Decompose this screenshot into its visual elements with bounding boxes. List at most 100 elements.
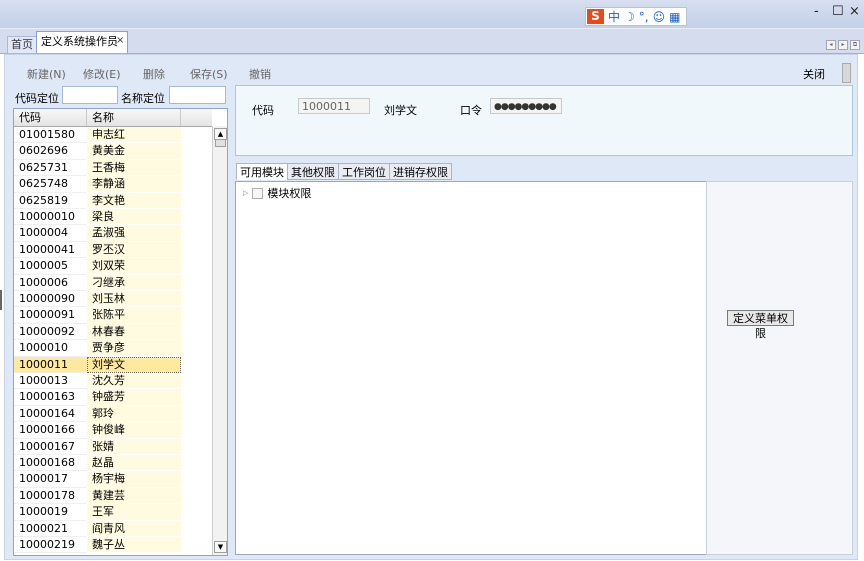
cell-name[interactable]: 孟淑强 xyxy=(87,225,181,242)
cell-name[interactable]: 刘玉林 xyxy=(87,291,181,308)
minimize-button[interactable]: - xyxy=(814,4,819,19)
table-row[interactable]: 10000090 刘玉林 xyxy=(14,291,212,308)
operator-grid[interactable]: 代码 名称 01001580 申志红 0602696 黄美金 0625731 王香梅 062… xyxy=(13,108,228,556)
delete-button[interactable]: 删除 xyxy=(143,66,165,82)
password-field[interactable]: ●●●●●●●●● xyxy=(490,98,562,114)
cell-name[interactable]: 刘双荣 xyxy=(87,258,181,275)
tab-scroll-left-icon[interactable]: ◂ xyxy=(826,40,836,50)
column-header-name[interactable]: 名称 xyxy=(87,109,181,126)
tab-other-permissions[interactable]: 其他权限 xyxy=(287,163,339,180)
cell-code[interactable]: 1000010 xyxy=(14,340,87,357)
cell-name[interactable]: 贾争彦 xyxy=(87,340,181,357)
table-row[interactable]: 10000163 钟盛芳 xyxy=(14,389,212,406)
table-row[interactable]: 1000013 沈久芳 xyxy=(14,373,212,390)
tab-define-operator[interactable]: 定义系统操作员 xyxy=(36,31,128,53)
cell-code[interactable]: 0625731 xyxy=(14,159,87,177)
cell-code[interactable]: 10000166 xyxy=(14,422,87,439)
undo-button[interactable]: 撤销 xyxy=(249,66,271,82)
sogou-logo-icon[interactable]: S xyxy=(587,9,604,24)
table-row[interactable]: 10000167 张婧 xyxy=(14,438,212,455)
cell-code[interactable]: 10000041 xyxy=(14,241,87,259)
scroll-down-icon[interactable]: ▼ xyxy=(214,541,227,553)
tree-node-module-permissions[interactable]: ▷ 模块权限 xyxy=(243,185,311,201)
table-row[interactable]: 1000005 刘双荣 xyxy=(14,258,212,275)
cell-name[interactable]: 黄美金 xyxy=(87,143,181,160)
table-row[interactable]: 10000041 罗丕汉 xyxy=(14,241,212,259)
cell-code[interactable]: 10000092 xyxy=(14,323,87,341)
cell-name[interactable]: 王军 xyxy=(87,504,181,521)
table-row[interactable]: 1000010 贾争彦 xyxy=(14,340,212,357)
ime-mode-toggle[interactable]: 中 xyxy=(608,8,620,25)
moon-icon[interactable]: ☽ xyxy=(624,10,635,24)
cell-code[interactable]: 1000021 xyxy=(14,520,87,537)
cell-name[interactable]: 李静涵 xyxy=(87,176,181,193)
ime-toolbar[interactable]: S 中 ☽ °, ☺ ▦ xyxy=(585,7,687,26)
tab-available-modules[interactable]: 可用模块 xyxy=(236,163,288,180)
cell-name[interactable]: 张陈平 xyxy=(87,307,181,324)
cell-name[interactable]: 梁良 xyxy=(87,209,181,226)
cell-name[interactable]: 王香梅 xyxy=(87,159,181,177)
new-button[interactable]: 新建(N) xyxy=(27,66,66,82)
cell-name[interactable]: 钟俊峰 xyxy=(87,422,181,439)
tab-scroll-right-icon[interactable]: ▸ xyxy=(838,40,848,50)
table-row[interactable]: 10000092 林春春 xyxy=(14,323,212,341)
table-row[interactable]: 10000219 魏子丛 xyxy=(14,537,212,554)
table-row[interactable]: 10000168 赵晶 xyxy=(14,455,212,472)
cell-code[interactable]: 10000163 xyxy=(14,389,87,406)
cell-code[interactable]: 10000178 xyxy=(14,487,87,505)
cell-code[interactable]: 1000013 xyxy=(14,373,87,390)
code-field[interactable]: 1000011 xyxy=(298,98,370,114)
close-window-button[interactable]: × xyxy=(849,4,860,19)
cell-code[interactable]: 1000019 xyxy=(14,504,87,521)
table-row[interactable]: 10000164 郭玲 xyxy=(14,405,212,423)
table-row[interactable]: 1000006 刁继承 xyxy=(14,274,212,291)
save-button[interactable]: 保存(S) xyxy=(190,66,228,82)
cell-code[interactable]: 10000010 xyxy=(14,209,87,226)
expand-triangle-icon[interactable]: ▷ xyxy=(243,189,248,197)
table-row[interactable]: 01001580 申志红 xyxy=(14,127,212,144)
tree-checkbox[interactable] xyxy=(252,187,264,199)
cell-name[interactable]: 黄建芸 xyxy=(87,487,181,505)
name-locate-input[interactable] xyxy=(169,86,226,104)
grid-icon[interactable]: ▦ xyxy=(669,10,680,24)
cell-code[interactable]: 1000017 xyxy=(14,471,87,488)
cell-code[interactable]: 0625819 xyxy=(14,192,87,209)
cell-name[interactable]: 刘学文 xyxy=(87,356,181,373)
cell-code[interactable]: 0625748 xyxy=(14,176,87,193)
table-row[interactable]: 1000021 阎青风 xyxy=(14,520,212,537)
cell-name[interactable]: 李文艳 xyxy=(87,192,181,209)
table-row[interactable]: 1000019 王军 xyxy=(14,504,212,521)
cell-code[interactable]: 10000090 xyxy=(14,291,87,308)
table-row[interactable]: 1000017 杨宇梅 xyxy=(14,471,212,488)
cell-name[interactable]: 林春春 xyxy=(87,323,181,341)
cell-name[interactable]: 罗丕汉 xyxy=(87,241,181,259)
cell-code[interactable]: 10000168 xyxy=(14,455,87,472)
table-row[interactable]: 0602696 黄美金 xyxy=(14,143,212,160)
tab-restore-icon[interactable]: ⧉ xyxy=(850,40,860,50)
emoji-icon[interactable]: ☺ xyxy=(653,10,666,24)
close-button[interactable]: 关闭 xyxy=(803,66,825,82)
table-row[interactable]: 1000011 刘学文 xyxy=(14,356,212,373)
table-row[interactable]: 10000091 张陈平 xyxy=(14,307,212,324)
cell-name[interactable]: 申志红 xyxy=(87,127,181,144)
cell-name[interactable]: 钟盛芳 xyxy=(87,389,181,406)
cell-name[interactable]: 赵晶 xyxy=(87,455,181,472)
cell-code[interactable]: 1000011 xyxy=(14,356,87,373)
cell-code[interactable]: 1000006 xyxy=(14,274,87,291)
cell-name[interactable]: 沈久芳 xyxy=(87,373,181,390)
cell-code[interactable]: 1000004 xyxy=(14,225,87,242)
define-menu-permission-button[interactable]: 定义菜单权限 xyxy=(727,310,794,340)
table-row[interactable]: 1000004 孟淑强 xyxy=(14,225,212,242)
cell-code[interactable]: 10000164 xyxy=(14,405,87,423)
table-row[interactable]: 0625731 王香梅 xyxy=(14,159,212,177)
maximize-button[interactable]: ☐ xyxy=(832,4,844,19)
tab-work-positions[interactable]: 工作岗位 xyxy=(338,163,390,180)
table-row[interactable]: 0625819 李文艳 xyxy=(14,192,212,209)
tab-close-icon[interactable]: × xyxy=(116,35,124,46)
cell-code[interactable]: 0602696 xyxy=(14,143,87,160)
edit-button[interactable]: 修改(E) xyxy=(83,66,121,82)
scroll-thumb[interactable] xyxy=(215,139,226,147)
cell-name[interactable]: 郭玲 xyxy=(87,405,181,423)
column-header-code[interactable]: 代码 xyxy=(14,109,87,126)
cell-code[interactable]: 10000219 xyxy=(14,537,87,554)
